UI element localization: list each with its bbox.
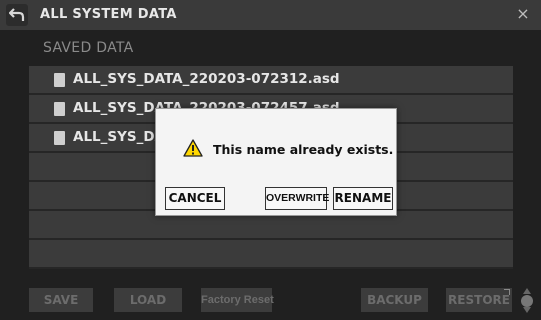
close-button[interactable]: × [513, 4, 533, 24]
cancel-button[interactable]: CANCEL [165, 187, 225, 210]
corner-indicator-icon [504, 289, 510, 295]
load-button[interactable]: LOAD [114, 288, 182, 312]
backup-button[interactable]: BACKUP [361, 288, 428, 312]
file-icon [54, 102, 65, 116]
file-name: ALL_SYS_DATA_220203-072312.asd [73, 71, 340, 87]
name-exists-dialog: This name already exists. CANCEL OVERWRI… [155, 108, 397, 216]
overwrite-button[interactable]: OVERWRITE [265, 187, 329, 210]
back-button[interactable] [6, 4, 28, 26]
warning-icon [183, 139, 203, 157]
window-title: ALL SYSTEM DATA [40, 7, 177, 22]
save-button[interactable]: SAVE [29, 288, 93, 312]
dialog-message: This name already exists. [213, 142, 394, 157]
scroll-knob-icon[interactable] [516, 286, 538, 314]
file-row[interactable]: ALL_SYS_DATA_220203-072312.asd [29, 66, 513, 95]
file-icon [54, 131, 65, 145]
file-icon [54, 73, 65, 87]
title-bar: ALL SYSTEM DATA × [0, 0, 541, 30]
section-title: SAVED DATA [43, 40, 134, 56]
restore-button-label: RESTORE [448, 293, 510, 307]
all-system-data-screen: ALL SYSTEM DATA × SAVED DATA ALL_SYS_DAT… [0, 0, 541, 320]
back-arrow-icon [9, 8, 25, 21]
restore-button[interactable]: RESTORE [446, 288, 512, 312]
empty-row [29, 240, 513, 269]
factory-reset-button[interactable]: Factory Reset [201, 288, 274, 312]
bottom-toolbar: SAVE LOAD Factory Reset BACKUP RESTORE [0, 286, 541, 314]
rename-button[interactable]: RENAME [333, 187, 393, 210]
